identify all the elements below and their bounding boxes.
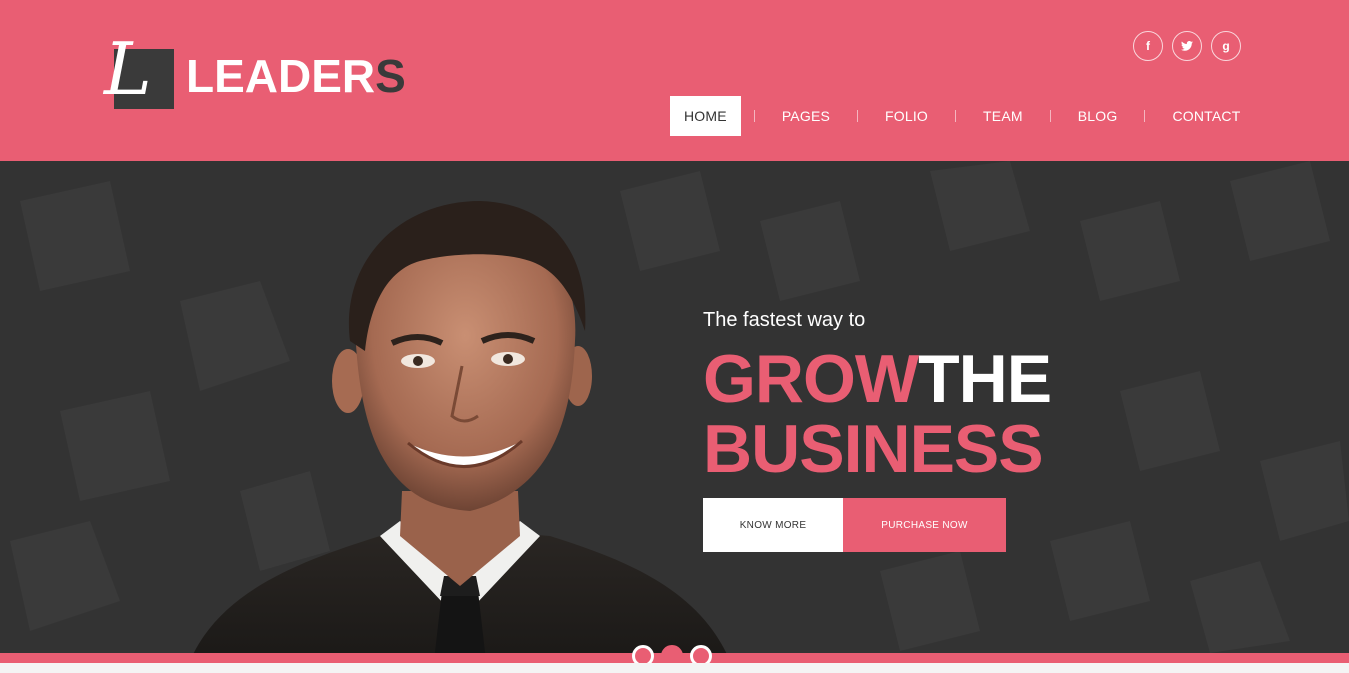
nav-blog[interactable]: BLOG (1064, 96, 1132, 136)
hero-copy: The fastest way to GROWTHE BUSINESS (703, 309, 1052, 487)
logo-text-main: LEADER (186, 50, 376, 102)
twitter-icon[interactable] (1172, 31, 1202, 61)
main-nav: HOME PAGES FOLIO TEAM BLOG CONTACT (670, 96, 1254, 136)
headline-business: BUSINESS (703, 411, 1044, 487)
nav-team[interactable]: TEAM (969, 96, 1037, 136)
nav-folio[interactable]: FOLIO (871, 96, 942, 136)
hero-cta-group: KNOW MORE PURCHASE NOW (703, 498, 1006, 552)
twitter-bird-icon (1181, 41, 1193, 51)
nav-pages[interactable]: PAGES (768, 96, 844, 136)
hero-slider: The fastest way to GROWTHE BUSINESS KNOW… (0, 161, 1349, 653)
hero-headline: GROWTHE BUSINESS (703, 341, 1052, 487)
facebook-glyph: f (1146, 39, 1150, 53)
hero-tagline: The fastest way to (703, 309, 866, 331)
site-logo[interactable]: L LEADERS (104, 33, 414, 113)
headline-the: THE (918, 341, 1052, 417)
social-links: f g (1133, 31, 1241, 61)
logo-wordmark: LEADERS (186, 53, 406, 99)
facebook-icon[interactable]: f (1133, 31, 1163, 61)
site-header: L LEADERS f g HOME PAGES FOLIO TEAM BLOG… (0, 0, 1349, 161)
nav-home[interactable]: HOME (670, 96, 741, 136)
nav-contact[interactable]: CONTACT (1158, 96, 1254, 136)
purchase-now-button[interactable]: PURCHASE NOW (843, 498, 1006, 552)
nav-divider (753, 110, 755, 122)
page-content-start (0, 663, 1349, 673)
nav-divider (955, 110, 957, 122)
logo-mark: L (104, 27, 152, 111)
google-plus-icon[interactable]: g (1211, 31, 1241, 61)
google-glyph: g (1222, 39, 1230, 53)
headline-grow: GROW (703, 341, 919, 417)
businessman-portrait (193, 201, 727, 653)
nav-divider (1049, 110, 1051, 122)
logo-text-last: S (375, 50, 406, 102)
know-more-button[interactable]: KNOW MORE (703, 498, 843, 552)
nav-divider (857, 110, 859, 122)
nav-divider (1144, 110, 1146, 122)
